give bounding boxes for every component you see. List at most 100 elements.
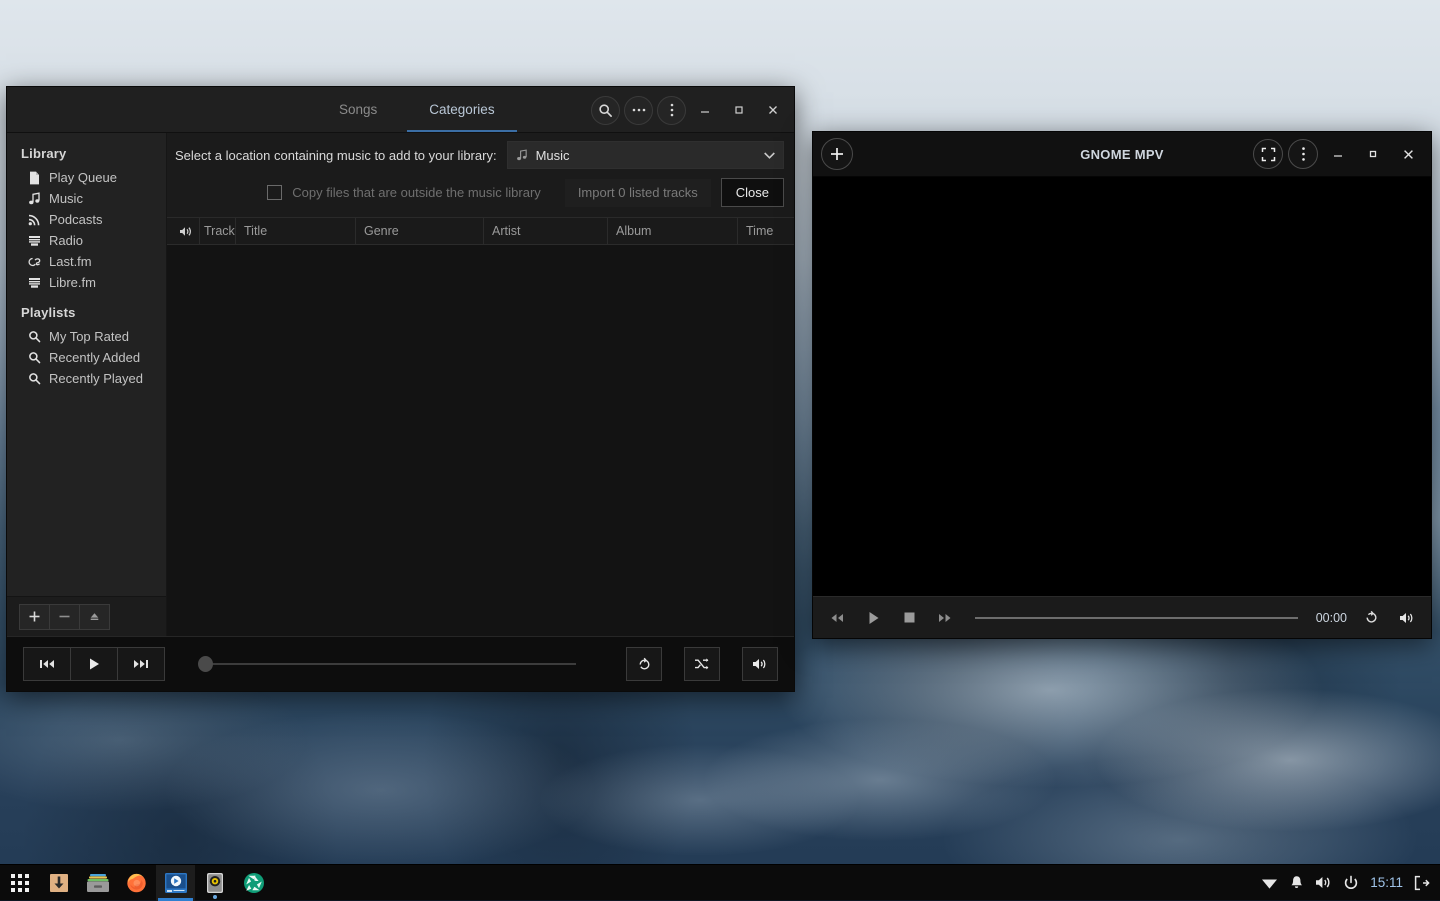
mpv-rewind-button[interactable] bbox=[825, 613, 849, 623]
sidebar-item-music[interactable]: Music bbox=[7, 188, 166, 209]
sidebar-item-label: Recently Added bbox=[49, 350, 140, 365]
sidebar-item-recently-added[interactable]: Recently Added bbox=[7, 347, 166, 368]
next-track-icon bbox=[133, 658, 149, 670]
previous-track-button[interactable] bbox=[23, 647, 71, 681]
mpv-loop-button[interactable] bbox=[1359, 610, 1383, 625]
volume-icon[interactable] bbox=[1315, 875, 1332, 890]
column-header-track[interactable]: Track bbox=[200, 218, 236, 245]
shutter-taskbar-button[interactable] bbox=[234, 865, 273, 901]
loop-icon bbox=[1364, 610, 1379, 625]
mpv-stop-button[interactable] bbox=[897, 611, 921, 624]
play-button[interactable] bbox=[70, 647, 118, 681]
mpv-headerbar: GNOME MPV bbox=[813, 132, 1431, 177]
clock[interactable]: 15:11 bbox=[1370, 875, 1403, 890]
remove-source-button[interactable] bbox=[49, 604, 80, 630]
tab-songs[interactable]: Songs bbox=[313, 87, 403, 132]
sidebar-scroll-area: Library Play Queue Music bbox=[7, 133, 166, 596]
music-main-area: Select a location containing music to ad… bbox=[167, 133, 794, 636]
sidebar-item-podcasts[interactable]: Podcasts bbox=[7, 209, 166, 230]
bell-icon[interactable] bbox=[1289, 875, 1304, 891]
transport-controls bbox=[23, 647, 164, 681]
wifi-icon[interactable] bbox=[1261, 876, 1278, 890]
librefm-icon bbox=[27, 276, 42, 289]
sidebar-item-my-top-rated[interactable]: My Top Rated bbox=[7, 326, 166, 347]
close-import-button[interactable]: Close bbox=[721, 178, 784, 207]
music-player-bar bbox=[7, 636, 794, 691]
power-icon[interactable] bbox=[1343, 875, 1359, 891]
music-headerbar-actions bbox=[591, 87, 788, 133]
more-horizontal-icon bbox=[631, 107, 647, 113]
column-header-title[interactable]: Title bbox=[236, 218, 356, 245]
next-track-button[interactable] bbox=[117, 647, 165, 681]
app-menu-button[interactable] bbox=[657, 96, 686, 125]
column-header-genre[interactable]: Genre bbox=[356, 218, 484, 245]
column-header-album[interactable]: Album bbox=[608, 218, 738, 245]
search-icon bbox=[27, 351, 42, 364]
eject-source-button[interactable] bbox=[79, 604, 110, 630]
sidebar-item-librefm[interactable]: Libre.fm bbox=[7, 272, 166, 293]
seek-bar[interactable] bbox=[212, 663, 576, 665]
location-combobox[interactable]: Music bbox=[507, 141, 784, 169]
music-minimize-button[interactable] bbox=[690, 95, 720, 125]
search-button[interactable] bbox=[591, 96, 620, 125]
sidebar-item-lastfm[interactable]: Last.fm bbox=[7, 251, 166, 272]
logout-icon[interactable] bbox=[1414, 875, 1430, 891]
sidebar-item-radio[interactable]: Radio bbox=[7, 230, 166, 251]
more-options-button[interactable] bbox=[624, 96, 653, 125]
mpv-maximize-button[interactable] bbox=[1358, 139, 1388, 169]
sidebar-item-label: Podcasts bbox=[49, 212, 102, 227]
column-header-playing[interactable] bbox=[167, 218, 200, 245]
mpv-seek-bar[interactable] bbox=[975, 617, 1298, 619]
menu-kebab-icon bbox=[1301, 146, 1306, 162]
app-grid-button[interactable] bbox=[0, 865, 39, 901]
add-source-button[interactable] bbox=[19, 604, 50, 630]
mpv-close-button[interactable] bbox=[1393, 139, 1423, 169]
firefox-button[interactable] bbox=[117, 865, 156, 901]
track-list[interactable] bbox=[167, 245, 794, 636]
location-value: Music bbox=[536, 148, 570, 163]
maximize-icon bbox=[1367, 148, 1379, 160]
mpv-menu-button[interactable] bbox=[1288, 139, 1318, 169]
music-body: Library Play Queue Music bbox=[7, 133, 794, 636]
sidebar-item-recently-played[interactable]: Recently Played bbox=[7, 368, 166, 389]
tab-categories[interactable]: Categories bbox=[403, 87, 520, 132]
mpv-volume-button[interactable] bbox=[1395, 611, 1419, 625]
mpv-video-surface[interactable] bbox=[813, 177, 1431, 596]
repeat-button[interactable] bbox=[626, 647, 662, 681]
mpv-time-label: 00:00 bbox=[1316, 611, 1347, 625]
seek-handle[interactable] bbox=[198, 656, 213, 672]
import-tracks-button[interactable]: Import 0 listed tracks bbox=[565, 179, 711, 207]
seek-bar-wrapper bbox=[178, 663, 604, 665]
firefox-icon bbox=[125, 871, 148, 894]
mpv-forward-button[interactable] bbox=[933, 613, 957, 623]
volume-icon bbox=[752, 657, 768, 671]
copy-files-checkbox[interactable] bbox=[267, 185, 282, 200]
rewind-icon bbox=[829, 613, 845, 623]
music-taskbar-button[interactable] bbox=[195, 865, 234, 901]
play-icon bbox=[87, 657, 101, 671]
minus-icon bbox=[58, 610, 71, 623]
music-maximize-button[interactable] bbox=[724, 95, 754, 125]
downloads-button[interactable] bbox=[39, 865, 78, 901]
file-manager-button[interactable] bbox=[78, 865, 117, 901]
sidebar-item-label: Play Queue bbox=[49, 170, 117, 185]
downloads-icon bbox=[48, 872, 70, 894]
mpv-open-file-button[interactable] bbox=[821, 138, 853, 170]
column-header-time[interactable]: Time bbox=[738, 218, 794, 245]
mpv-play-button[interactable] bbox=[861, 611, 885, 625]
shutter-icon bbox=[243, 872, 265, 894]
close-icon bbox=[767, 104, 779, 116]
column-header-artist[interactable]: Artist bbox=[484, 218, 608, 245]
repeat-icon bbox=[637, 657, 652, 672]
plus-icon bbox=[829, 146, 845, 162]
fast-forward-icon bbox=[937, 613, 953, 623]
shuffle-button[interactable] bbox=[684, 647, 720, 681]
volume-button[interactable] bbox=[742, 647, 778, 681]
sidebar-item-play-queue[interactable]: Play Queue bbox=[7, 167, 166, 188]
mpv-taskbar-button[interactable] bbox=[156, 865, 195, 901]
close-icon bbox=[1402, 148, 1415, 161]
mpv-minimize-button[interactable] bbox=[1323, 139, 1353, 169]
import-location-row: Select a location containing music to ad… bbox=[175, 141, 784, 169]
music-close-button[interactable] bbox=[758, 95, 788, 125]
mpv-fullscreen-button[interactable] bbox=[1253, 139, 1283, 169]
